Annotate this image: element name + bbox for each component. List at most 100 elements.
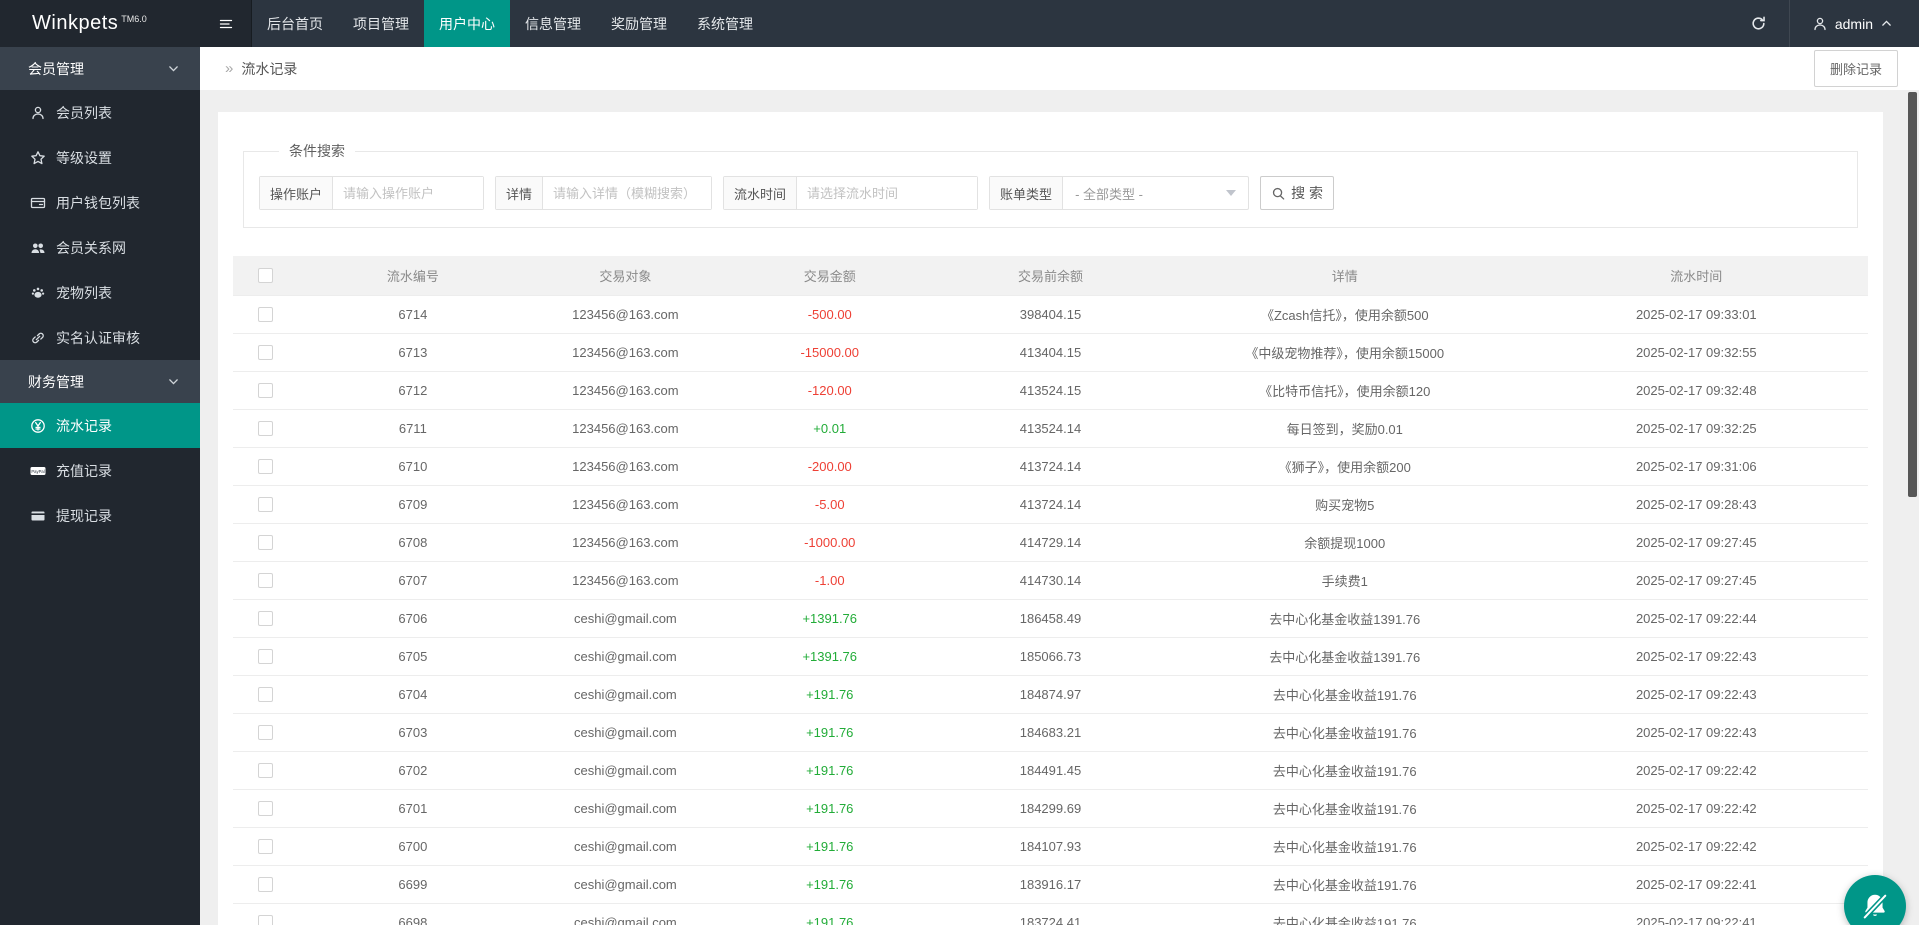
row-checkbox[interactable]: [258, 459, 273, 474]
main-panel: 条件搜索 操作账户详情流水时间账单类型- 全部类型 -搜 索 流水编号交易对象交…: [218, 112, 1883, 925]
star-icon: [30, 150, 46, 166]
link-icon: [30, 330, 46, 346]
search-input[interactable]: [333, 177, 483, 209]
delete-records-button[interactable]: 删除记录: [1814, 50, 1898, 87]
cell-time: 2025-02-17 09:28:43: [1525, 485, 1868, 523]
scrollbar-track: [1908, 47, 1917, 925]
sidebar-item[interactable]: PayPal充值记录: [0, 448, 200, 493]
search-field-label: 详情: [496, 177, 543, 209]
sidebar-item[interactable]: 会员关系网: [0, 225, 200, 270]
row-checkbox[interactable]: [258, 763, 273, 778]
sidebar-group-header[interactable]: 会员管理: [0, 47, 200, 90]
scrollbar-thumb[interactable]: [1908, 92, 1917, 497]
row-checkbox[interactable]: [258, 345, 273, 360]
sidebar-item-label: 流水记录: [56, 416, 112, 436]
row-checkbox[interactable]: [258, 307, 273, 322]
row-checkbox[interactable]: [258, 649, 273, 664]
breadcrumb: » 流水记录 删除记录: [200, 47, 1919, 90]
cell-balance: 413524.15: [936, 371, 1165, 409]
cell-time: 2025-02-17 09:22:41: [1525, 903, 1868, 925]
cell-time: 2025-02-17 09:22:43: [1525, 637, 1868, 675]
topnav-item[interactable]: 后台首页: [252, 0, 338, 47]
sidebar-item[interactable]: 提现记录: [0, 493, 200, 538]
select-all-checkbox[interactable]: [258, 268, 273, 283]
users-icon: [30, 240, 46, 256]
cell-balance: 414730.14: [936, 561, 1165, 599]
cell-id: 6713: [298, 333, 527, 371]
page-title: 流水记录: [241, 59, 297, 79]
cell-account: 123456@163.com: [527, 523, 723, 561]
yen-circle-icon: [30, 418, 46, 434]
topnav-item[interactable]: 用户中心: [424, 0, 510, 47]
sidebar-item-label: 会员关系网: [56, 238, 126, 258]
search-field-group: 操作账户: [259, 176, 484, 210]
search-input[interactable]: [797, 177, 977, 209]
row-checkbox[interactable]: [258, 915, 273, 925]
table-row: 6702ceshi@gmail.com+191.76184491.45去中心化基…: [233, 751, 1868, 789]
row-checkbox[interactable]: [258, 573, 273, 588]
sidebar-item[interactable]: 会员列表: [0, 90, 200, 135]
search-input[interactable]: [543, 177, 711, 209]
cell-amount: -500.00: [723, 295, 936, 333]
cell-id: 6703: [298, 713, 527, 751]
row-checkbox[interactable]: [258, 421, 273, 436]
table-row: 6711123456@163.com+0.01413524.14每日签到，奖励0…: [233, 409, 1868, 447]
sidebar-item[interactable]: 等级设置: [0, 135, 200, 180]
paypal-icon: PayPal: [30, 463, 46, 479]
row-checkbox[interactable]: [258, 877, 273, 892]
row-checkbox[interactable]: [258, 725, 273, 740]
cell-amount: -5.00: [723, 485, 936, 523]
topnav-item[interactable]: 项目管理: [338, 0, 424, 47]
cell-balance: 414729.14: [936, 523, 1165, 561]
sidebar-item[interactable]: 用户钱包列表: [0, 180, 200, 225]
sidebar-item[interactable]: 宠物列表: [0, 270, 200, 315]
cell-id: 6700: [298, 827, 527, 865]
sidebar-item-label: 等级设置: [56, 148, 112, 168]
column-header: 详情: [1165, 256, 1525, 295]
cell-account: 123456@163.com: [527, 371, 723, 409]
cell-amount: +191.76: [723, 789, 936, 827]
table-row: 6701ceshi@gmail.com+191.76184299.69去中心化基…: [233, 789, 1868, 827]
sidebar-item[interactable]: 实名认证审核: [0, 315, 200, 360]
search-field-group: 详情: [495, 176, 712, 210]
cell-id: 6708: [298, 523, 527, 561]
cell-detail: 去中心化基金收益1391.76: [1165, 637, 1525, 675]
paw-icon: [30, 285, 46, 301]
cell-time: 2025-02-17 09:32:48: [1525, 371, 1868, 409]
topnav-item[interactable]: 信息管理: [510, 0, 596, 47]
row-checkbox[interactable]: [258, 497, 273, 512]
app-logo: WinkpetsTM6.0: [0, 0, 200, 47]
topnav-item[interactable]: 奖励管理: [596, 0, 682, 47]
row-checkbox[interactable]: [258, 801, 273, 816]
column-header: 交易前余额: [936, 256, 1165, 295]
table-row: 6706ceshi@gmail.com+1391.76186458.49去中心化…: [233, 599, 1868, 637]
cell-id: 6699: [298, 865, 527, 903]
sidebar-item[interactable]: 流水记录: [0, 403, 200, 448]
main-area: » 流水记录 删除记录 条件搜索 操作账户详情流水时间账单类型- 全部类型 -搜…: [200, 0, 1919, 925]
column-header: 交易对象: [527, 256, 723, 295]
bill-type-select[interactable]: - 全部类型 -: [1063, 177, 1248, 209]
cell-time: 2025-02-17 09:22:43: [1525, 675, 1868, 713]
breadcrumb-arrow-icon: »: [225, 60, 233, 77]
cell-id: 6702: [298, 751, 527, 789]
user-menu[interactable]: admin: [1790, 0, 1919, 47]
table-row: 6709123456@163.com-5.00413724.14购买宠物5202…: [233, 485, 1868, 523]
menu-toggle-button[interactable]: [200, 0, 252, 47]
search-legend: 条件搜索: [279, 141, 355, 161]
refresh-button[interactable]: [1729, 0, 1789, 47]
cell-time: 2025-02-17 09:22:42: [1525, 751, 1868, 789]
cell-detail: 《狮子》，使用余额200: [1165, 447, 1525, 485]
row-checkbox[interactable]: [258, 839, 273, 854]
row-checkbox[interactable]: [258, 535, 273, 550]
topnav-item[interactable]: 系统管理: [682, 0, 768, 47]
sidebar-item-label: 宠物列表: [56, 283, 112, 303]
table-row: 6704ceshi@gmail.com+191.76184874.97去中心化基…: [233, 675, 1868, 713]
row-checkbox[interactable]: [258, 611, 273, 626]
table-row: 6708123456@163.com-1000.00414729.14余额提现1…: [233, 523, 1868, 561]
sidebar-group-header[interactable]: 财务管理: [0, 360, 200, 403]
row-checkbox[interactable]: [258, 687, 273, 702]
table-row: 6710123456@163.com-200.00413724.14《狮子》，使…: [233, 447, 1868, 485]
search-button[interactable]: 搜 索: [1260, 176, 1334, 210]
cell-detail: 去中心化基金收益191.76: [1165, 789, 1525, 827]
row-checkbox[interactable]: [258, 383, 273, 398]
